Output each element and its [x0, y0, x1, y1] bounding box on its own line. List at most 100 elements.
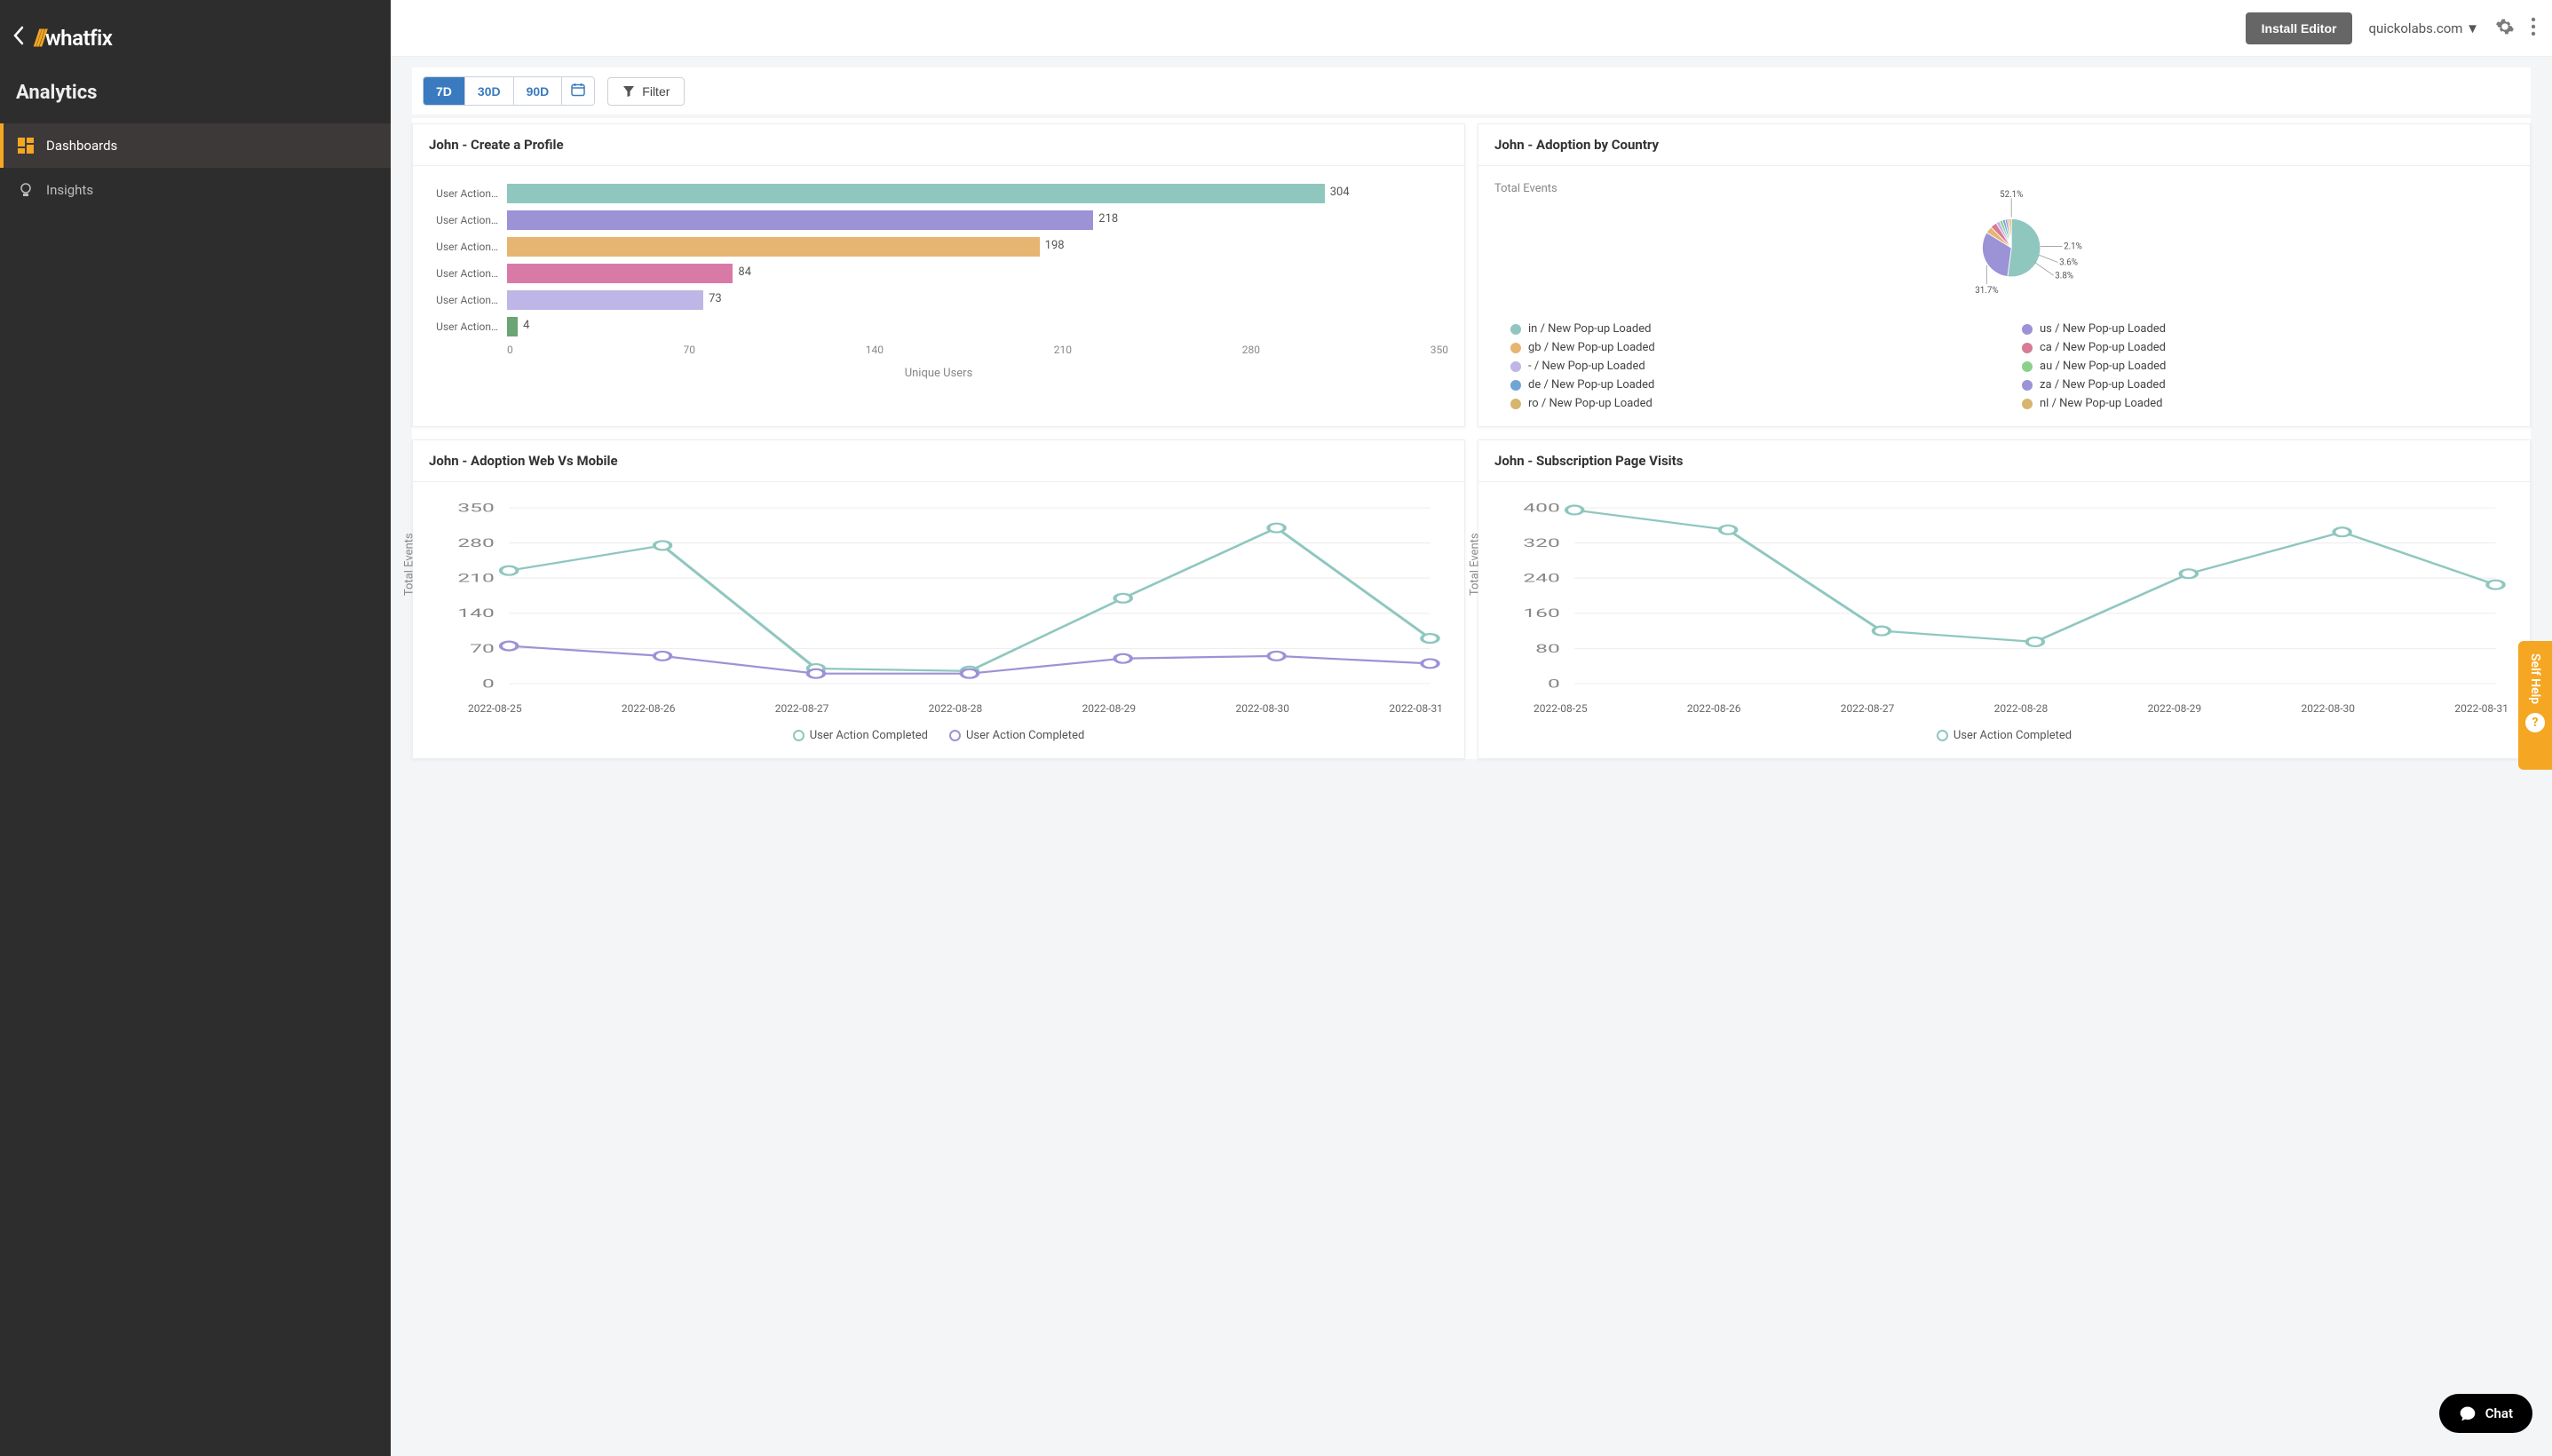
bar-label: User Action…: [429, 294, 498, 306]
toolbar: 7D 30D 90D Filter: [412, 67, 2531, 115]
bar-fill: [507, 184, 1325, 203]
bar-row: User Action… 198: [429, 235, 1448, 258]
brand-logo: ///whatfix: [34, 25, 112, 51]
bar-value: 84: [738, 265, 751, 279]
sidebar-item-label: Dashboards: [46, 138, 117, 154]
bar-label: User Action…: [429, 241, 498, 253]
sidebar-item-dashboards[interactable]: Dashboards: [0, 123, 391, 168]
svg-text:160: 160: [1523, 606, 1559, 620]
legend-item: us / New Pop-up Loaded: [2022, 322, 2498, 336]
legend-dot: [2022, 324, 2033, 335]
bar-fill: [507, 264, 733, 283]
legend-item: in / New Pop-up Loaded: [1510, 322, 1986, 336]
svg-text:70: 70: [470, 642, 495, 655]
chat-icon: [2459, 1405, 2477, 1422]
legend-item: User Action Completed: [1937, 729, 2072, 742]
bar-fill: [507, 210, 1093, 230]
svg-text:350: 350: [457, 501, 494, 514]
legend-item: User Action Completed: [949, 729, 1084, 742]
card-title: John - Create a Profile: [413, 124, 1464, 166]
sidebar: ///whatfix Analytics Dashboards Insights: [0, 0, 391, 1456]
sidebar-title: Analytics: [0, 75, 391, 123]
range-90d-button[interactable]: 90D: [514, 77, 563, 105]
legend-item: de / New Pop-up Loaded: [1510, 378, 1986, 392]
kebab-menu-icon[interactable]: [2531, 17, 2536, 40]
card-adoption-country: John - Adoption by Country Total Events …: [1478, 123, 2531, 427]
date-range-group: 7D 30D 90D: [423, 76, 595, 106]
bar-value: 4: [523, 319, 529, 332]
legend-item: nl / New Pop-up Loaded: [2022, 397, 2498, 410]
legend-label: za / New Pop-up Loaded: [2040, 378, 2166, 392]
svg-text:320: 320: [1523, 536, 1559, 550]
legend-item: au / New Pop-up Loaded: [2022, 360, 2498, 373]
legend-label: - / New Pop-up Loaded: [1528, 360, 1645, 373]
back-icon[interactable]: [12, 26, 25, 51]
svg-text:140: 140: [457, 606, 494, 620]
calendar-icon: [571, 83, 585, 97]
bar-value: 218: [1098, 212, 1118, 226]
legend-label: us / New Pop-up Loaded: [2040, 322, 2166, 336]
legend-dot: [2022, 380, 2033, 391]
legend-label: ca / New Pop-up Loaded: [2040, 341, 2166, 354]
bar-value: 73: [709, 292, 722, 305]
range-30d-button[interactable]: 30D: [465, 77, 514, 105]
svg-text:80: 80: [1535, 642, 1560, 655]
line-chart: Total Events 070140210280350 2022-08-252…: [413, 482, 1464, 758]
x-axis-ticks: 070140210280350: [507, 344, 1448, 356]
main-area: Install Editor quickolabs.com ▼ 7D 30D 9…: [391, 0, 2552, 1456]
bar-row: User Action… 218: [429, 209, 1448, 232]
svg-text:240: 240: [1523, 572, 1559, 585]
bar-fill: [507, 237, 1040, 257]
self-help-tab[interactable]: Self Help ?: [2518, 641, 2552, 770]
legend-item: ro / New Pop-up Loaded: [1510, 397, 1986, 410]
card-title: John - Adoption by Country: [1478, 124, 2530, 166]
account-dropdown[interactable]: quickolabs.com ▼: [2368, 20, 2479, 36]
bar-label: User Action…: [429, 320, 498, 333]
legend-dot: [1510, 361, 1521, 372]
svg-text:2.1%: 2.1%: [2064, 242, 2082, 252]
gear-icon[interactable]: [2495, 17, 2515, 40]
filter-button[interactable]: Filter: [607, 77, 685, 106]
chat-button[interactable]: Chat: [2439, 1394, 2532, 1433]
bar-row: User Action… 84: [429, 262, 1448, 285]
legend-label: de / New Pop-up Loaded: [1528, 378, 1654, 392]
legend-item: - / New Pop-up Loaded: [1510, 360, 1986, 373]
bar-label: User Action…: [429, 214, 498, 226]
x-axis-label: Unique Users: [429, 367, 1448, 380]
x-axis-ticks: 2022-08-252022-08-262022-08-272022-08-28…: [429, 702, 1448, 715]
svg-text:210: 210: [457, 572, 494, 585]
sidebar-item-insights[interactable]: Insights: [0, 168, 391, 212]
line-chart: Total Events 080160240320400 2022-08-252…: [1478, 482, 2530, 758]
card-adoption-web-mobile: John - Adoption Web Vs Mobile Total Even…: [412, 439, 1465, 759]
svg-text:400: 400: [1523, 501, 1559, 514]
install-editor-button[interactable]: Install Editor: [2246, 12, 2353, 44]
card-title: John - Subscription Page Visits: [1478, 440, 2530, 482]
pie-subhead: Total Events: [1494, 182, 1557, 195]
legend-dot: [1510, 324, 1521, 335]
bar-chart: User Action… 304 User Action… 218 User A…: [413, 166, 1464, 396]
bar-value: 198: [1045, 239, 1065, 252]
svg-text:0: 0: [482, 677, 495, 690]
range-7d-button[interactable]: 7D: [424, 77, 465, 105]
legend-dot: [1510, 343, 1521, 353]
svg-text:52.1%: 52.1%: [2000, 190, 2023, 200]
legend-label: ro / New Pop-up Loaded: [1528, 397, 1652, 410]
x-axis-ticks: 2022-08-252022-08-262022-08-272022-08-28…: [1494, 702, 2514, 715]
legend-dot: [2022, 399, 2033, 409]
dashboards-icon: [18, 138, 34, 154]
svg-text:280: 280: [457, 536, 494, 550]
bar-value: 304: [1330, 186, 1350, 199]
legend-item: za / New Pop-up Loaded: [2022, 378, 2498, 392]
legend-item: ca / New Pop-up Loaded: [2022, 341, 2498, 354]
caret-down-icon: ▼: [2466, 20, 2479, 36]
help-icon: ?: [2525, 713, 2545, 732]
svg-text:31.7%: 31.7%: [1975, 286, 1998, 296]
sidebar-item-label: Insights: [46, 182, 93, 198]
svg-text:3.6%: 3.6%: [2059, 258, 2078, 268]
bar-label: User Action…: [429, 267, 498, 280]
legend-label: au / New Pop-up Loaded: [2040, 360, 2166, 373]
y-axis-label: Total Events: [1469, 533, 1482, 596]
legend-dot: [2022, 361, 2033, 372]
bar-row: User Action… 73: [429, 289, 1448, 312]
range-calendar-button[interactable]: [562, 77, 594, 105]
